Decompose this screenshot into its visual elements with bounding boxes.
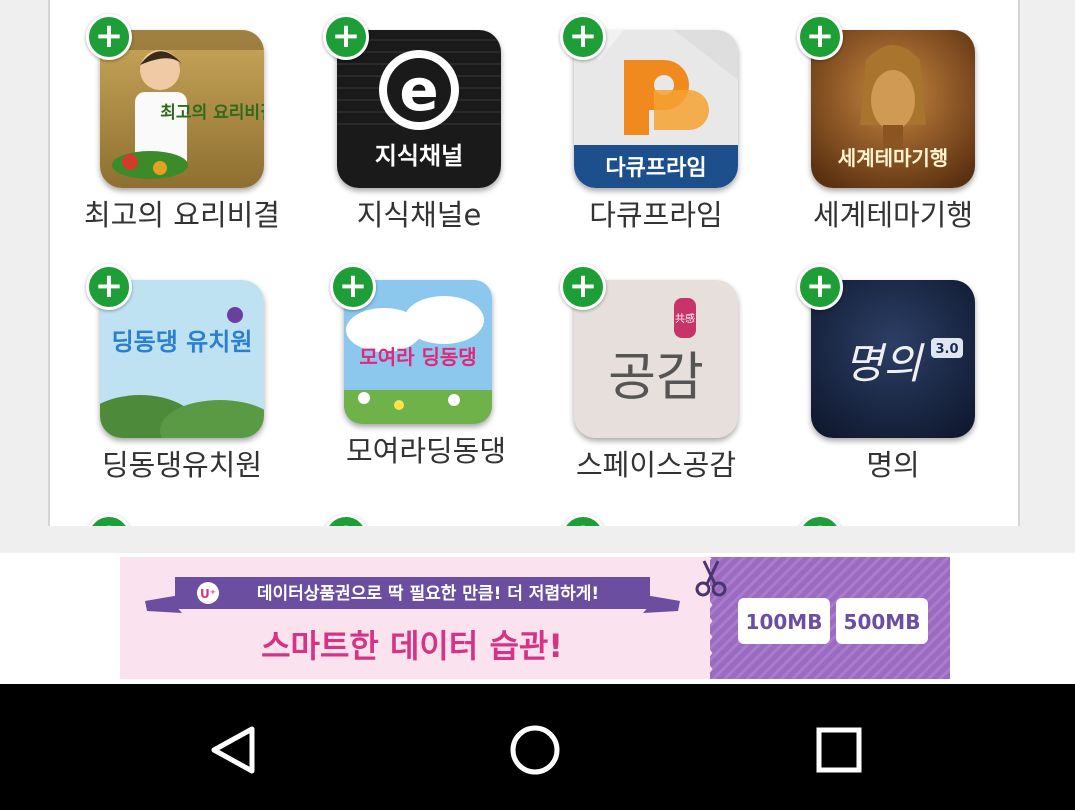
recents-square-icon[interactable] <box>804 714 874 784</box>
thumb-small: 3.0 <box>935 342 958 357</box>
thumb-small: 共感 <box>675 312 695 325</box>
program-tile-cooking[interactable]: 최고의 요리비결 + 최고의 요리비결 <box>50 0 280 240</box>
add-program-button[interactable]: + <box>330 264 376 310</box>
thumb-caption: 명의 <box>844 339 925 388</box>
add-program-button[interactable]: + <box>86 264 132 310</box>
thumb-caption: 세계테마기행 <box>838 146 948 170</box>
program-tile-e-channel[interactable]: e 지식채널 + 지식채널e <box>287 0 517 240</box>
program-tile-myeongui[interactable]: 명의 3.0 + 명의 <box>761 250 991 490</box>
thumb-caption: 모여라 딩동댕 <box>359 345 476 369</box>
add-program-button[interactable]: + <box>797 514 843 526</box>
program-name: 다큐프라임 <box>589 198 723 232</box>
svg-text:e: e <box>399 56 438 124</box>
program-tile-moyeora[interactable]: 모여라 딩동댕 + 모여라딩동댕 <box>294 250 524 490</box>
program-name: 스페이스공감 <box>575 448 737 482</box>
add-program-button[interactable]: + <box>86 14 132 60</box>
program-name: 세계테마기행 <box>812 198 974 232</box>
add-program-button[interactable]: + <box>323 14 369 60</box>
add-program-button[interactable]: + <box>560 264 606 310</box>
program-name: 명의 <box>866 448 920 482</box>
home-circle-icon[interactable] <box>500 714 570 784</box>
ad-top-line: 데이터상품권으로 딱 필요한 만큼! 더 저렴하게! <box>257 583 599 604</box>
add-program-button[interactable]: + <box>323 514 369 526</box>
thumb-caption: 공감 <box>608 348 704 408</box>
program-tile-world-travel[interactable]: 세계테마기행 + 세계테마기행 <box>761 0 991 240</box>
program-grid-panel: 최고의 요리비결 + 최고의 요리비결 e 지식채널 + 지식채널e <box>48 0 1020 526</box>
program-tile-docuprime[interactable]: 다큐프라임 + 다큐프라임 <box>524 0 754 240</box>
ad-banner[interactable]: U⁺ 데이터상품권으로 딱 필요한 만큼! 더 저렴하게! 스마트한 데이터 습… <box>0 553 1075 684</box>
add-program-button[interactable]: + <box>797 14 843 60</box>
thumb-caption: 최고의 요리비결 <box>160 103 264 123</box>
system-navigation-bar <box>0 684 1075 810</box>
thumb-caption: 지식채널 <box>375 142 463 170</box>
add-program-button[interactable]: + <box>797 264 843 310</box>
thumb-caption: 딩동댕 유치원 <box>112 328 253 356</box>
program-name: 모여라딩동댕 <box>345 434 507 468</box>
ad-logo: U⁺ <box>200 587 216 601</box>
ad-option-100mb: 100MB <box>746 610 823 634</box>
program-name: 지식채널e <box>356 198 482 232</box>
add-program-button[interactable]: + <box>560 14 606 60</box>
thumb-caption: 다큐프라임 <box>605 156 706 181</box>
back-triangle-icon[interactable] <box>200 714 270 784</box>
add-program-button[interactable]: + <box>560 514 606 526</box>
program-name: 딩동댕유치원 <box>101 448 263 482</box>
ad-headline: 스마트한 데이터 습관! <box>261 627 563 665</box>
program-tile-kindergarten[interactable]: 딩동댕 유치원 + 딩동댕유치원 <box>50 250 280 490</box>
add-program-button[interactable]: + <box>86 514 132 526</box>
program-tile-space-gonggam[interactable]: 共感 공감 + 스페이스공감 <box>524 250 754 490</box>
program-name: 최고의 요리비결 <box>84 198 280 232</box>
ad-option-500mb: 500MB <box>844 610 921 634</box>
